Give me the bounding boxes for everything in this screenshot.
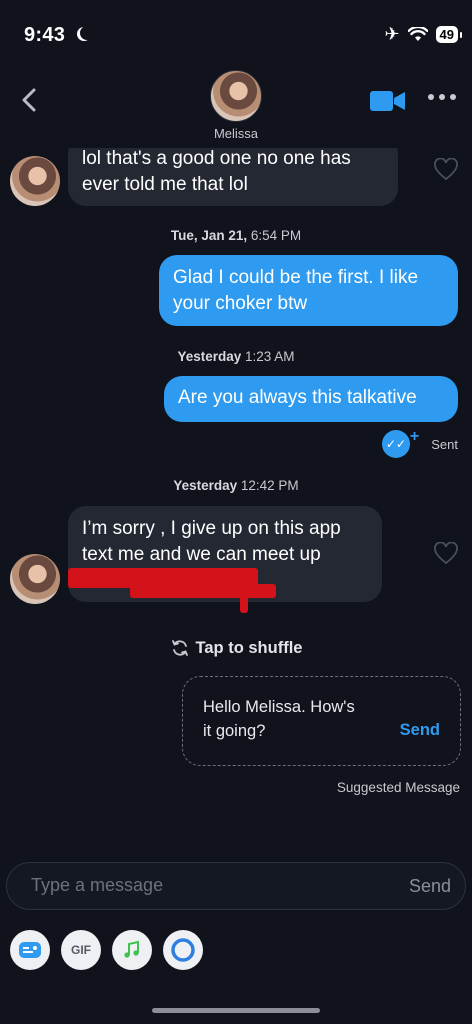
redaction-mark [240, 593, 248, 613]
wifi-icon [407, 26, 428, 43]
battery-indicator: 49 [435, 26, 463, 43]
message-line: Glad I could be the first. I like [173, 267, 419, 288]
redaction-mark [130, 584, 276, 598]
moon-icon [80, 26, 94, 40]
read-receipt: ✓✓ + Sent [381, 428, 458, 458]
more-options-button[interactable] [428, 94, 456, 100]
timestamp: Yesterday 12:42 PM [173, 478, 299, 493]
gif-button[interactable]: GIF [61, 930, 101, 970]
chat-screen: 9:43 ✈ 49 Melissa lol that's a good one … [0, 0, 472, 1024]
sent-status: Sent [431, 436, 458, 452]
message-line: text me and we can meet up [82, 544, 321, 565]
message-list[interactable]: lol that's a good one no one has ever to… [0, 148, 472, 848]
music-icon [124, 940, 139, 958]
message-line: I’m sorry , I give up on this app [82, 518, 341, 539]
message-composer: Send [6, 862, 466, 910]
incoming-message[interactable]: lol that's a good one no one has ever to… [68, 148, 398, 206]
home-indicator[interactable] [152, 1008, 320, 1013]
outgoing-message[interactable]: Are you always this talkative [164, 376, 458, 422]
music-button[interactable] [112, 930, 152, 970]
message-line: your choker btw [173, 293, 308, 314]
heart-icon[interactable] [433, 542, 459, 566]
suggested-message-text: Hello Melissa. How's it going? [203, 698, 355, 740]
contact-name[interactable]: Melissa [0, 126, 472, 141]
shuffle-icon [171, 640, 188, 656]
message-line: ever told me that lol [82, 174, 248, 195]
message-line: Are you always this talkative [178, 387, 417, 408]
status-time: 9:43 [24, 24, 66, 46]
suggested-message-card[interactable]: Hello Melissa. How's it going? Send [182, 676, 461, 766]
message-line: lol that's a good one no one has [82, 148, 351, 169]
message-input[interactable] [31, 875, 351, 896]
outgoing-message[interactable]: Glad I could be the first. I like your c… [159, 255, 458, 326]
timestamp: Tue, Jan 21, 6:54 PM [170, 228, 302, 243]
sticker-icon [19, 942, 41, 958]
double-check-icon: ✓✓ [381, 430, 410, 458]
attachment-toolbar: GIF [10, 930, 203, 970]
status-bar: 9:43 ✈ 49 [0, 0, 472, 70]
shuffle-label: Tap to shuffle [195, 638, 303, 657]
airplane-icon: ✈ [384, 24, 400, 44]
send-button[interactable]: Send [409, 876, 451, 897]
shuffle-button[interactable]: Tap to shuffle [0, 638, 472, 658]
plus-icon: + [409, 428, 420, 445]
sticker-button[interactable] [10, 930, 50, 970]
gif-label: GIF [71, 943, 91, 957]
contact-avatar[interactable] [210, 70, 262, 122]
timestamp: Yesterday 1:23 AM [177, 349, 295, 364]
more-dots-icon [428, 94, 434, 100]
chat-header: Melissa [0, 64, 472, 148]
status-icons: ✈ 49 [384, 24, 463, 45]
back-chevron-icon [22, 88, 36, 112]
circle-icon [171, 938, 195, 962]
loop-button[interactable] [163, 930, 203, 970]
back-button[interactable] [14, 82, 44, 118]
suggested-message-caption: Suggested Message [336, 780, 460, 795]
heart-icon[interactable] [433, 158, 459, 182]
suggested-send-button[interactable]: Send [400, 721, 440, 740]
contact-avatar-small[interactable] [10, 156, 60, 206]
video-call-icon [370, 91, 405, 111]
contact-avatar-small[interactable] [10, 554, 60, 604]
video-call-button[interactable] [370, 90, 406, 112]
